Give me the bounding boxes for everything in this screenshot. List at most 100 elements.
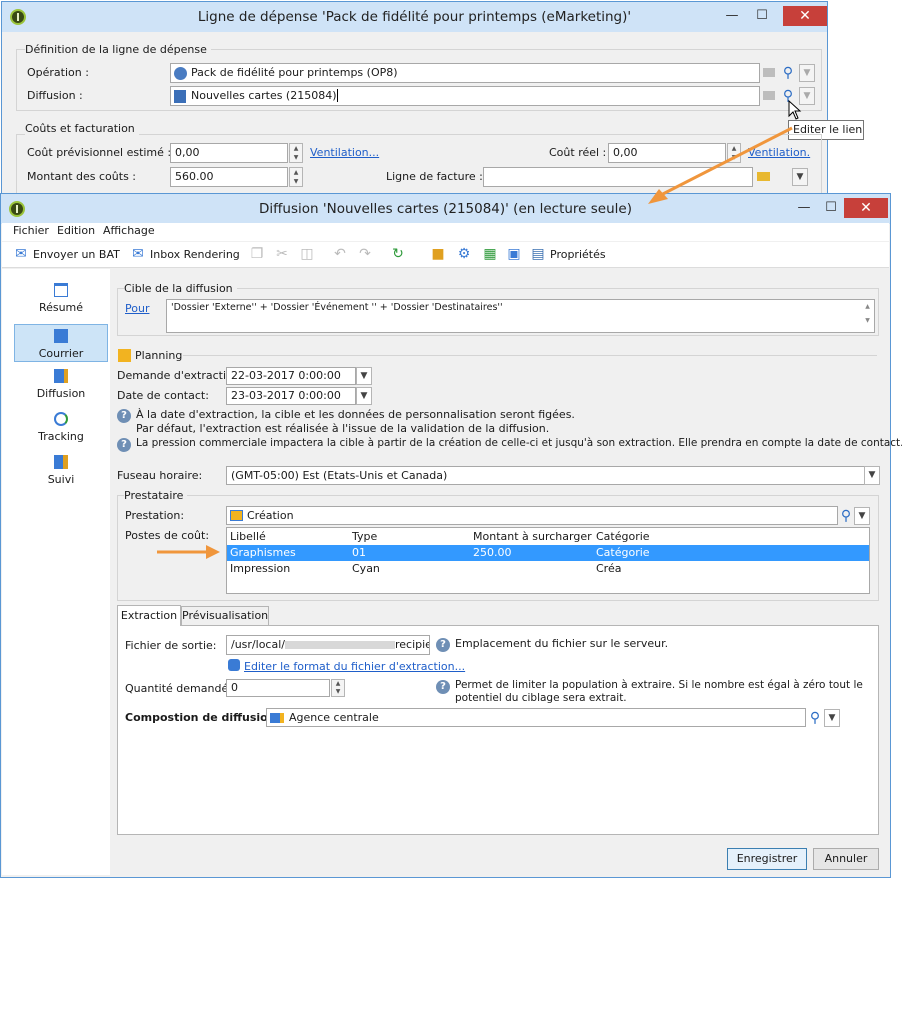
amount-spinner[interactable]: ▲ ▼ [289,167,303,187]
quantity-spinner[interactable]: ▲ ▼ [331,679,345,697]
close-icon[interactable]: ✕ [783,6,827,26]
menu-affichage[interactable]: Affichage [103,224,155,237]
contact-date-dropdown[interactable]: ▼ [356,387,372,405]
sidebar-item-suivi[interactable]: Suivi [14,455,108,486]
invoice-line-label: Ligne de facture : [386,170,483,183]
real-cost-label: Coût réel : [549,146,607,159]
grid-header-libelle[interactable]: Libellé [230,530,266,543]
tracking-link-icon[interactable]: ⚙ [456,246,472,262]
quantity-input[interactable]: 0 [226,679,330,697]
timezone-label: Fuseau horaire: [117,469,203,482]
row-category: Catégorie [596,546,650,559]
output-file-hint: Emplacement du fichier sur le serveur. [455,637,669,650]
refresh-icon[interactable]: ↻ [390,246,406,262]
menu-bar: Fichier Edition Affichage [2,223,889,241]
folder-icon[interactable] [763,68,775,77]
target-for-link[interactable]: Pour [125,302,149,315]
estimated-cost-spinner[interactable]: ▲ ▼ [289,143,303,163]
tab-extraction[interactable]: Extraction [117,605,181,626]
service-dropdown[interactable]: ▼ [854,507,870,525]
real-cost-input[interactable]: 0,00 [608,143,726,163]
operation-dropdown-button[interactable]: ▼ [799,64,815,82]
minimize-icon[interactable]: — [717,6,747,26]
sidebar: Résumé Courrier Diffusion Tracking Suivi [2,269,110,875]
output-file-input[interactable]: /usr/local/recipient [226,635,430,655]
ventilation-link[interactable]: Ventilation... [310,146,379,159]
maximize-icon[interactable]: ☐ [816,198,846,218]
minimize-icon[interactable]: — [789,198,819,218]
cancel-button[interactable]: Annuler [813,848,879,870]
grid-header-category[interactable]: Catégorie [596,530,650,543]
cursor-icon [788,100,802,120]
contact-date-input[interactable]: 23-03-2017 0:00:00 [226,387,356,405]
close-icon[interactable]: ✕ [844,198,888,218]
sidebar-item-tracking[interactable]: Tracking [14,412,108,443]
extraction-date-input[interactable]: 22-03-2017 0:00:00 [226,367,356,385]
invoice-line-input[interactable] [483,167,753,187]
search-icon[interactable]: ⚲ [779,64,797,82]
cost-items-grid: Libellé Type Montant à surcharger Catégo… [226,527,870,594]
search-icon[interactable]: ⚲ [806,709,824,727]
amount-input[interactable]: 560.00 [170,167,288,187]
calculator-icon[interactable]: ▦ [482,246,498,262]
grid-header-type[interactable]: Type [352,530,377,543]
properties-button[interactable]: Propriétés [550,248,606,261]
sidebar-item-resume[interactable]: Résumé [14,283,108,314]
ventilation-link-2[interactable]: Ventilation. [748,146,810,159]
grid-header-amount[interactable]: Montant à surcharger [473,530,592,543]
operation-label: Opération : [27,66,89,79]
folder-icon[interactable] [763,91,775,100]
operation-icon [174,67,187,80]
send-bat-button[interactable]: Envoyer un BAT [33,248,120,261]
extraction-date-dropdown[interactable]: ▼ [356,367,372,385]
table-row[interactable]: Impression Cyan Créa [227,561,869,577]
row-type: 01 [352,546,366,559]
search-icon[interactable]: ⚲ [837,507,855,525]
gift-icon[interactable]: ■ [430,246,446,262]
timezone-dropdown[interactable]: ▼ [864,466,880,485]
menu-edition[interactable]: Edition [57,224,95,237]
invoice-dropdown-button[interactable]: ▼ [792,168,808,186]
sidebar-item-courrier[interactable]: Courrier [14,324,108,362]
composition-field[interactable]: Agence centrale [266,708,806,727]
info-icon: ? [436,679,450,694]
paste-icon[interactable]: ◫ [299,246,315,262]
operation-field[interactable]: Pack de fidélité pour printemps (OP8) [170,63,760,83]
grid-header: Libellé Type Montant à surcharger Catégo… [227,529,869,545]
folder-icon[interactable] [757,172,770,181]
edit-extraction-format-link[interactable]: Editer le format du fichier d'extraction… [244,660,465,673]
planning-icon [118,349,131,362]
export-icon[interactable]: ▣ [506,246,522,262]
diffusion-field[interactable]: Nouvelles cartes (215084) [170,86,760,106]
amount-label: Montant des coûts : [27,170,137,183]
save-button-label: Enregistrer [736,852,798,865]
undo-icon[interactable]: ↶ [332,246,348,262]
estimated-cost-label: Coût prévisionnel estimé : [27,146,172,159]
child-window: Diffusion 'Nouvelles cartes (215084)' (e… [0,193,902,878]
planning-section-title: Planning [135,349,183,362]
menu-fichier[interactable]: Fichier [13,224,49,237]
service-field[interactable]: Création [226,506,838,525]
table-row[interactable]: Graphismes 01 250.00 Catégorie [227,545,869,561]
parent-window: Ligne de dépense 'Pack de fidélité pour … [1,1,864,204]
tracking-icon [54,412,68,426]
extraction-tab-panel [117,625,879,835]
real-cost-spinner[interactable]: ▲ ▼ [727,143,741,163]
composition-dropdown[interactable]: ▼ [824,709,840,727]
maximize-icon[interactable]: ☐ [747,6,777,26]
target-scrollbar[interactable]: ▲ ▼ [861,300,874,332]
timezone-select[interactable]: (GMT-05:00) Est (Etats-Unis et Canada) [226,466,865,485]
tab-previsualisation[interactable]: Prévisualisation [181,606,269,625]
estimated-cost-input[interactable]: 0,00 [170,143,288,163]
redo-icon[interactable]: ↷ [357,246,373,262]
child-titlebar: Diffusion 'Nouvelles cartes (215084)' (e… [1,194,890,224]
info-icon: ? [436,637,450,652]
pressure-info: La pression commerciale impactera la cib… [136,437,902,449]
delivery-icon [54,369,68,383]
cut-icon[interactable]: ✂ [274,246,290,262]
sidebar-item-diffusion[interactable]: Diffusion [14,369,108,400]
inbox-rendering-button[interactable]: Inbox Rendering [150,248,240,261]
row-amount: 250.00 [473,546,512,559]
copy-icon[interactable]: ❐ [249,246,265,262]
save-button[interactable]: Enregistrer [727,848,807,870]
